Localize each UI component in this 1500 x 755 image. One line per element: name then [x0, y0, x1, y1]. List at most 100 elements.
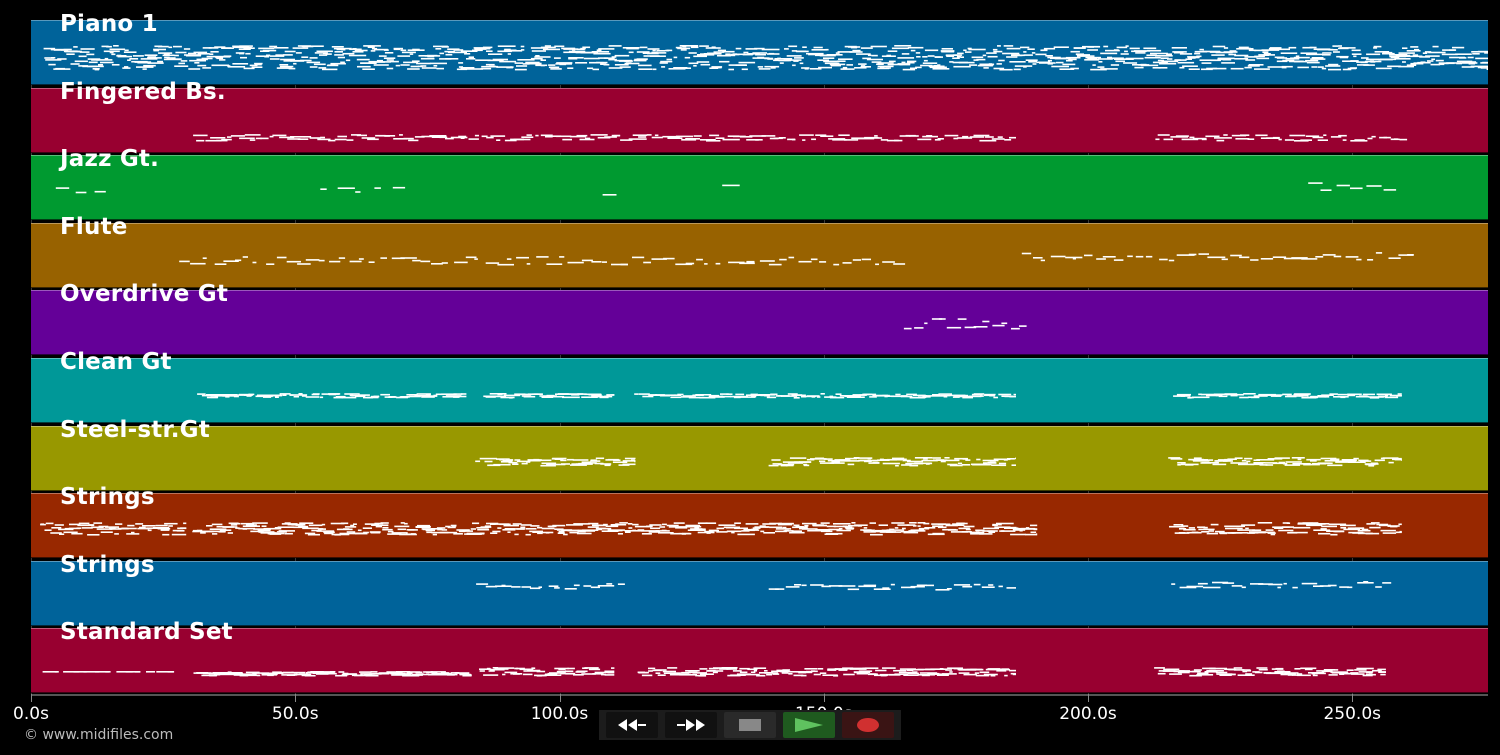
note: [1382, 581, 1392, 584]
note: [833, 523, 851, 525]
note: [1377, 459, 1385, 461]
note: [693, 134, 702, 137]
note: [279, 64, 289, 66]
note: [659, 62, 668, 64]
note: [1023, 66, 1027, 68]
note: [1212, 67, 1227, 70]
note: [745, 523, 759, 525]
note: [757, 56, 765, 59]
note: [301, 56, 309, 58]
note: [1383, 189, 1397, 191]
track-lane[interactable]: Jazz Gt.: [31, 146, 1488, 221]
record-button[interactable]: [841, 712, 894, 738]
track-lane[interactable]: Fingered Bs.: [31, 79, 1488, 153]
note: [86, 53, 95, 56]
note: [901, 395, 908, 397]
axis-tick-label: 0.0s: [13, 704, 49, 724]
note: [1013, 393, 1016, 396]
note: [1004, 138, 1012, 141]
note: [844, 459, 860, 462]
note: [536, 671, 546, 673]
rewind-button[interactable]: [606, 712, 659, 738]
note: [168, 525, 173, 527]
note: [429, 134, 447, 137]
note: [886, 531, 901, 534]
note: [983, 67, 989, 69]
note: [1208, 530, 1214, 532]
track-lane[interactable]: Strings: [31, 484, 1488, 559]
note: [1025, 59, 1038, 61]
axis-tick: [823, 694, 825, 702]
note: [718, 524, 736, 527]
note: [1277, 670, 1285, 673]
note: [357, 65, 371, 68]
note: [673, 522, 685, 525]
note: [482, 46, 493, 49]
note: [976, 458, 981, 460]
note: [894, 45, 912, 47]
note: [1299, 395, 1309, 397]
note: [512, 462, 519, 465]
note: [142, 68, 147, 70]
note: [1275, 668, 1284, 670]
note: [86, 65, 104, 68]
note: [958, 672, 970, 675]
note: [1381, 671, 1386, 674]
note: [924, 527, 936, 529]
track-lane[interactable]: Strings: [31, 552, 1488, 626]
note: [802, 138, 806, 141]
note: [938, 393, 952, 395]
note: [711, 46, 716, 48]
note: [1296, 673, 1303, 676]
note: [768, 464, 779, 466]
note: [174, 65, 189, 67]
stop-button[interactable]: [723, 712, 776, 738]
track-notes: [193, 133, 1408, 142]
note: [943, 395, 948, 398]
note: [1197, 582, 1208, 585]
note: [162, 534, 170, 536]
note: [131, 531, 135, 534]
note: [991, 137, 1005, 140]
track-lane[interactable]: Overdrive Gt: [31, 281, 1488, 356]
note: [1350, 672, 1359, 675]
note: [479, 532, 485, 535]
note: [909, 522, 917, 524]
note: [782, 526, 787, 529]
note: [514, 68, 527, 71]
note: [759, 525, 766, 528]
note: [800, 675, 807, 677]
note: [915, 52, 921, 54]
note: [272, 134, 287, 136]
fast-forward-button[interactable]: [665, 712, 718, 738]
axis-tick-label: 100.0s: [530, 704, 589, 724]
note: [804, 525, 809, 527]
note: [963, 674, 977, 676]
note: [297, 262, 311, 265]
note: [256, 674, 261, 677]
note: [486, 668, 491, 670]
note: [1388, 461, 1394, 463]
track-lane[interactable]: Standard Set: [31, 619, 1488, 694]
track-lane[interactable]: Piano 1: [31, 11, 1488, 85]
note: [249, 138, 256, 141]
note: [782, 669, 790, 672]
track-notes: [903, 318, 1027, 330]
note: [520, 526, 526, 529]
note: [1289, 134, 1306, 136]
note: [819, 260, 827, 263]
track-lane[interactable]: Flute: [31, 214, 1488, 288]
note: [719, 60, 730, 63]
note: [604, 464, 611, 466]
track-lane[interactable]: Steel-str.Gt: [31, 417, 1488, 491]
note: [598, 48, 615, 50]
note: [521, 585, 531, 588]
play-button[interactable]: [782, 712, 835, 738]
note: [1166, 668, 1180, 671]
track-lane[interactable]: Clean Gt: [31, 349, 1488, 423]
note: [300, 59, 312, 62]
note: [1240, 133, 1250, 136]
note: [662, 523, 667, 526]
note: [298, 525, 308, 528]
track-notes: [476, 580, 1392, 591]
